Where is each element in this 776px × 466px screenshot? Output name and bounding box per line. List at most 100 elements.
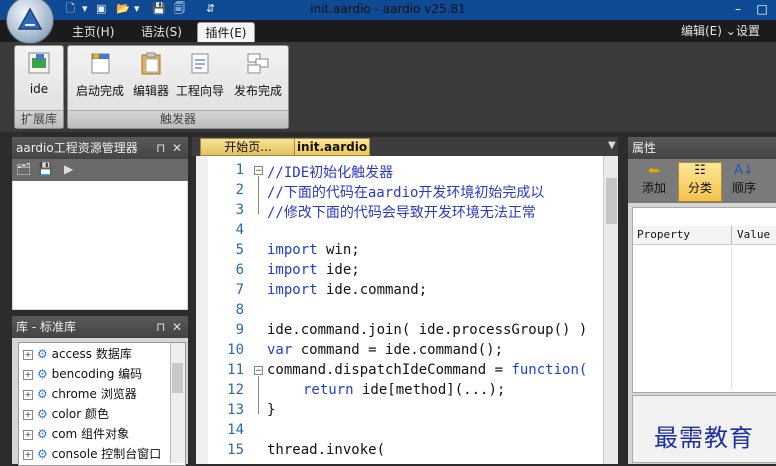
minimize-button[interactable]: – bbox=[728, 0, 748, 18]
column-divider bbox=[731, 226, 732, 244]
settings-menu[interactable]: 设置(S) bbox=[736, 22, 776, 56]
tab-list-icon[interactable]: ▼ bbox=[608, 140, 616, 151]
pin-icon[interactable]: ⊓ bbox=[156, 316, 165, 338]
code-line: //下面的代码在aardio开发环境初始完成以 bbox=[267, 185, 545, 201]
list-item[interactable]: + ⚙ chrome 浏览器 bbox=[23, 385, 137, 403]
fold-toggle-icon[interactable]: − bbox=[254, 166, 263, 176]
edit-menu[interactable]: 编辑(E) ⌄ bbox=[681, 22, 736, 42]
line-number: 15 bbox=[227, 442, 244, 458]
save-icon[interactable]: 💾 bbox=[38, 162, 53, 176]
list-item[interactable]: + ⚙ com 组件对象 bbox=[23, 425, 129, 443]
properties-title-text: 属性 bbox=[632, 141, 657, 155]
project-wizard-button[interactable]: 工程向导 bbox=[172, 50, 228, 99]
list-item-name: color bbox=[51, 407, 82, 421]
library-tree: + ⚙ access 数据库 + ⚙ bencoding 编码 + ⚙ chrome … bbox=[18, 342, 186, 466]
tab-init-aardio[interactable]: init.aardio bbox=[294, 138, 370, 156]
editor-button[interactable]: 编辑器 bbox=[128, 50, 174, 99]
line-number: 11 bbox=[227, 362, 244, 378]
code-line: //修改下面的代码会导致开发环境无法正常 bbox=[267, 205, 536, 221]
code-line: return ide[method](...); bbox=[303, 382, 505, 398]
expand-icon[interactable]: + bbox=[23, 449, 33, 460]
publish-icon bbox=[247, 53, 269, 74]
code-line: } bbox=[267, 402, 276, 418]
sort-button[interactable]: A↓ 顺序 bbox=[724, 163, 764, 196]
line-number: 3 bbox=[235, 202, 244, 218]
lib-icon: ⚙ bbox=[37, 427, 48, 441]
list-item-desc: 控制台窗口 bbox=[101, 447, 162, 461]
categorize-label: 分类 bbox=[687, 181, 712, 195]
list-item[interactable]: + ⚙ color 颜色 bbox=[23, 405, 109, 423]
expand-icon[interactable]: + bbox=[23, 409, 33, 420]
lib-icon: ⚙ bbox=[37, 447, 48, 461]
categorize-button[interactable]: ☷ 分类 bbox=[678, 162, 722, 202]
list-item-desc: 组件对象 bbox=[81, 427, 130, 441]
library-title-text: 库 - 标准库 bbox=[16, 320, 76, 334]
add-button[interactable]: ⬅ 添加 bbox=[634, 163, 674, 196]
keyword: var bbox=[267, 342, 293, 358]
sort-label: 顺序 bbox=[731, 181, 756, 195]
list-item[interactable]: + ⚙ access 数据库 bbox=[23, 345, 132, 363]
expand-icon[interactable]: + bbox=[23, 429, 33, 440]
code-line: import ide; bbox=[267, 262, 360, 278]
run-icon[interactable]: ▶ bbox=[64, 162, 73, 176]
column-divider bbox=[731, 244, 732, 390]
line-number: 14 bbox=[227, 422, 244, 438]
list-item-name: console bbox=[51, 447, 98, 461]
project-explorer-title-text: aardio工程资源管理器 bbox=[16, 141, 138, 155]
group-label-triggers: 触发器 bbox=[68, 110, 288, 128]
code-line: import ide.command; bbox=[267, 282, 427, 298]
aardio-logo-icon bbox=[17, 7, 43, 30]
tab-home[interactable]: 主页(H) bbox=[72, 22, 118, 42]
keyword: import bbox=[267, 282, 318, 298]
splitter[interactable] bbox=[618, 137, 628, 464]
line-number-gutter: 1 2 3 4 5 6 7 8 9 10 11 12 13 14 15 bbox=[200, 156, 246, 464]
publish-complete-button[interactable]: 发布完成 bbox=[228, 50, 288, 99]
project-explorer-panel: aardio工程资源管理器 ⊓ ✕ 🗂 💾 ▶ bbox=[12, 137, 188, 310]
expand-icon[interactable]: + bbox=[23, 349, 33, 360]
scrollbar-thumb[interactable] bbox=[172, 363, 183, 393]
clipboard-icon bbox=[141, 52, 161, 75]
line-number: 4 bbox=[235, 222, 244, 238]
list-item-name: chrome bbox=[51, 387, 97, 401]
property-grid[interactable]: Property Value bbox=[632, 207, 776, 393]
code-text: command.dispatchIdeCommand = bbox=[267, 362, 512, 378]
close-icon[interactable]: ✕ bbox=[172, 316, 182, 338]
line-number: 12 bbox=[227, 382, 244, 398]
line-number: 10 bbox=[227, 342, 244, 358]
property-grid-header: Property Value bbox=[633, 226, 776, 245]
keyword: function( bbox=[511, 362, 588, 378]
project-toolbar: 🗂 💾 ▶ bbox=[12, 159, 188, 181]
wizard-icon bbox=[191, 53, 209, 74]
open-folder-icon[interactable]: 🗂 bbox=[16, 162, 31, 176]
column-header-value: Value bbox=[737, 228, 771, 241]
project-wizard-label: 工程向导 bbox=[175, 84, 224, 98]
ribbon-group-extensions: ide 扩展库 bbox=[14, 45, 64, 129]
pin-icon[interactable]: ⊓ bbox=[156, 137, 165, 159]
expand-icon[interactable]: + bbox=[23, 389, 33, 400]
library-scrollbar[interactable] bbox=[170, 343, 185, 463]
line-number: 5 bbox=[235, 242, 244, 258]
list-item-desc: 浏览器 bbox=[100, 387, 137, 401]
list-item[interactable]: + ⚙ console 控制台窗口 bbox=[23, 445, 161, 463]
close-icon[interactable]: ✕ bbox=[172, 137, 182, 159]
tab-plugin[interactable]: 插件(E) bbox=[197, 22, 255, 42]
startup-complete-label: 启动完成 bbox=[75, 84, 124, 98]
watermark: 最需教育 bbox=[654, 424, 754, 452]
tab-start-page[interactable]: 开始页... bbox=[200, 138, 296, 156]
ide-button[interactable]: ide bbox=[19, 50, 59, 96]
tab-syntax[interactable]: 语法(S) bbox=[141, 22, 187, 42]
scrollbar-thumb[interactable] bbox=[606, 178, 617, 224]
lib-icon: ⚙ bbox=[37, 347, 48, 361]
project-tree[interactable] bbox=[13, 181, 187, 309]
expand-icon[interactable]: + bbox=[23, 369, 33, 380]
maximize-button[interactable]: □ bbox=[752, 0, 772, 18]
properties-toolbar: ⬅ 添加 ☷ 分类 A↓ 顺序 bbox=[628, 159, 776, 203]
library-panel: 库 - 标准库 ⊓ ✕ + ⚙ access 数据库 + ⚙ bencoding 编… bbox=[12, 316, 188, 466]
line-number: 8 bbox=[235, 302, 244, 318]
list-item[interactable]: + ⚙ bencoding 编码 bbox=[23, 365, 142, 383]
code-text: ide; bbox=[317, 262, 360, 278]
startup-complete-button[interactable]: 启动完成 bbox=[70, 50, 130, 99]
fold-toggle-icon[interactable]: − bbox=[254, 366, 263, 376]
keyword: import bbox=[267, 242, 318, 258]
editor-scrollbar[interactable] bbox=[603, 156, 618, 464]
